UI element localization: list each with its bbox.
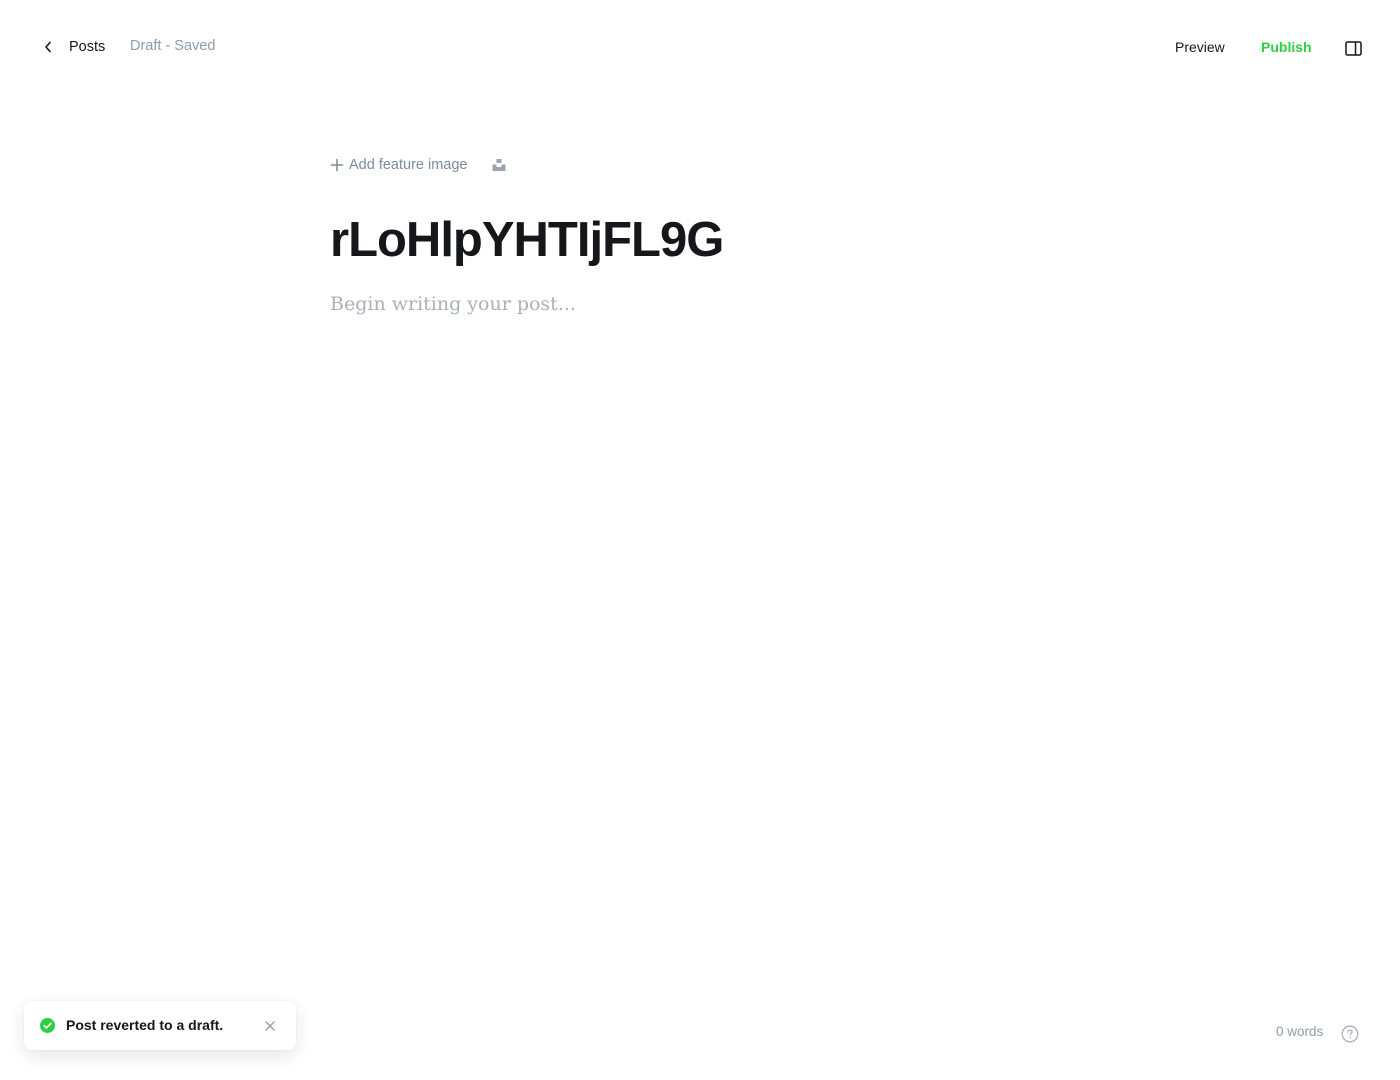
sidebar-toggle-button[interactable]	[1340, 36, 1366, 60]
post-body-editor[interactable]: Begin writing your post...	[330, 289, 1090, 319]
post-title-input[interactable]: rLoHlpYHTIjFL9G	[330, 208, 1090, 272]
post-status: Draft - Saved	[130, 38, 216, 54]
preview-button[interactable]: Preview	[1166, 34, 1234, 60]
sidebar-toggle-icon	[1344, 40, 1362, 56]
add-feature-image-button[interactable]: Add feature image	[330, 157, 468, 173]
publish-button[interactable]: Publish	[1252, 34, 1321, 60]
toast-notification: Post reverted to a draft.	[24, 1001, 296, 1050]
plus-icon	[330, 158, 344, 172]
editor-page: Posts Draft - Saved Preview Publish Add …	[0, 0, 1400, 1080]
toast-message: Post reverted to a draft.	[66, 1017, 224, 1033]
editor-header: Posts Draft - Saved Preview Publish	[0, 0, 1400, 94]
close-icon	[265, 1021, 275, 1031]
check-circle-icon	[40, 1018, 55, 1033]
word-count: 0 words	[1276, 1024, 1324, 1039]
question-circle-icon	[1341, 1025, 1359, 1043]
close-toast-button[interactable]	[262, 1018, 278, 1034]
add-feature-image-label: Add feature image	[349, 157, 468, 173]
help-button[interactable]	[1340, 1024, 1359, 1043]
unsplash-button[interactable]	[490, 156, 508, 174]
chevron-left-icon	[36, 32, 60, 62]
back-to-posts-button[interactable]: Posts	[36, 32, 105, 62]
feature-image-row: Add feature image	[330, 152, 508, 178]
unsplash-icon	[492, 158, 506, 172]
back-label: Posts	[69, 39, 106, 55]
